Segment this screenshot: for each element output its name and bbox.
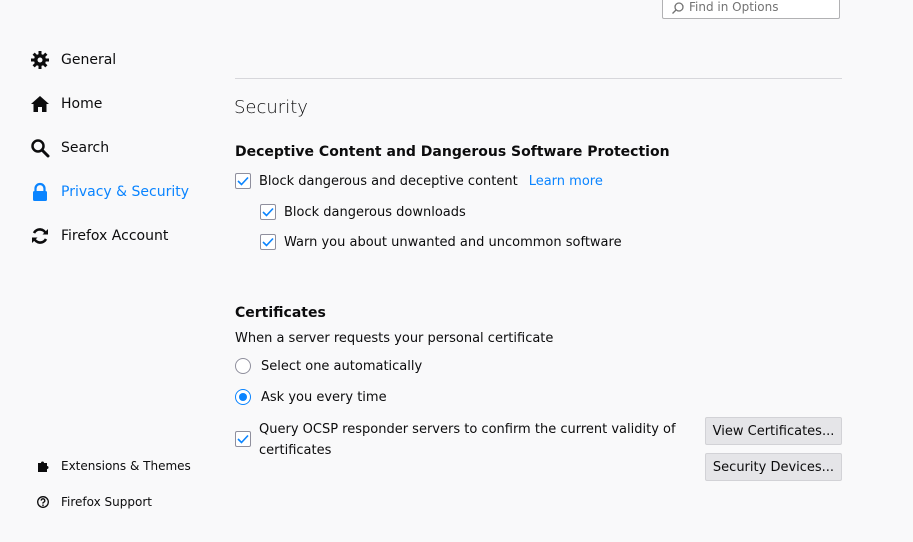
section-divider [235, 78, 842, 79]
lock-icon [30, 182, 50, 202]
certificates-heading: Certificates [235, 305, 326, 321]
search-icon [671, 0, 685, 14]
block-deceptive-checkbox[interactable] [235, 173, 251, 189]
warn-unwanted-row: Warn you about unwanted and uncommon sof… [260, 234, 622, 250]
section-title-security: Security [234, 97, 308, 118]
select-auto-label[interactable]: Select one automatically [261, 359, 422, 374]
search-icon [30, 138, 50, 158]
block-deceptive-label[interactable]: Block dangerous and deceptive content [259, 174, 518, 189]
help-icon [37, 496, 49, 508]
sidebar-item-label: Firefox Account [61, 228, 169, 244]
ocsp-checkbox[interactable] [235, 431, 251, 447]
deceptive-content-heading: Deceptive Content and Dangerous Software… [235, 144, 670, 160]
sidebar-item-privacy-security[interactable]: Privacy & Security [30, 182, 189, 202]
ocsp-label[interactable]: Query OCSP responder servers to confirm … [259, 419, 679, 461]
sidebar-footer-label: Firefox Support [61, 495, 152, 509]
block-downloads-checkbox[interactable] [260, 204, 276, 220]
block-deceptive-row: Block dangerous and deceptive content Le… [235, 173, 603, 189]
sidebar-item-general[interactable]: General [30, 50, 116, 70]
sidebar-footer-firefox-support[interactable]: Firefox Support [37, 495, 152, 509]
warn-unwanted-checkbox[interactable] [260, 234, 276, 250]
sync-icon [30, 226, 50, 246]
view-certificates-button[interactable]: View Certificates... [705, 417, 842, 445]
sidebar-footer-extensions-themes[interactable]: Extensions & Themes [37, 459, 191, 473]
block-downloads-label[interactable]: Block dangerous downloads [284, 205, 466, 220]
sidebar-item-home[interactable]: Home [30, 94, 102, 114]
ocsp-row: Query OCSP responder servers to confirm … [235, 419, 679, 461]
select-auto-radio[interactable] [235, 358, 251, 374]
sidebar-footer-label: Extensions & Themes [61, 459, 191, 473]
warn-unwanted-label[interactable]: Warn you about unwanted and uncommon sof… [284, 235, 622, 250]
ask-every-time-label[interactable]: Ask you every time [261, 390, 387, 405]
sidebar-item-label: General [61, 52, 117, 68]
learn-more-link[interactable]: Learn more [529, 174, 603, 189]
find-in-options-input[interactable] [689, 0, 839, 14]
find-in-options-box[interactable] [662, 0, 840, 19]
ask-every-time-radio[interactable] [235, 389, 251, 405]
sidebar-item-label: Privacy & Security [61, 184, 189, 200]
ask-every-time-row: Ask you every time [235, 389, 387, 405]
sidebar-item-label: Search [61, 140, 110, 156]
puzzle-icon [37, 460, 49, 472]
radio-selected-dot [239, 393, 247, 401]
sidebar-item-firefox-account[interactable]: Firefox Account [30, 226, 168, 246]
security-devices-button[interactable]: Security Devices... [705, 453, 842, 481]
sidebar-item-label: Home [61, 96, 103, 112]
block-downloads-row: Block dangerous downloads [260, 204, 466, 220]
gear-icon [30, 50, 50, 70]
home-icon [30, 94, 50, 114]
sidebar-item-search[interactable]: Search [30, 138, 109, 158]
select-auto-row: Select one automatically [235, 358, 422, 374]
certificates-description: When a server requests your personal cer… [235, 331, 554, 346]
